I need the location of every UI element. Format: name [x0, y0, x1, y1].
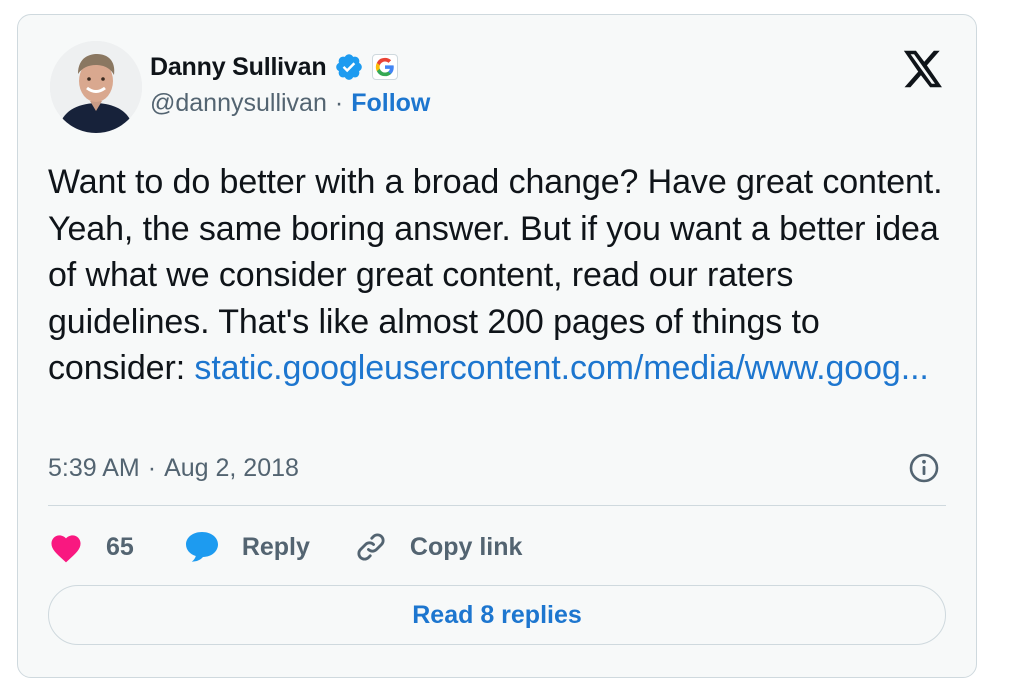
- tweet-time[interactable]: 5:39 AM: [48, 454, 140, 483]
- reply-label: Reply: [241, 532, 310, 561]
- copy-link-button[interactable]: Copy link: [354, 530, 523, 564]
- read-replies-label: Read 8 replies: [412, 600, 582, 629]
- like-button[interactable]: 65: [48, 531, 134, 563]
- read-replies-button[interactable]: Read 8 replies: [48, 585, 946, 645]
- reply-bubble-icon: [184, 530, 220, 564]
- author-name-row: Danny Sullivan: [150, 49, 399, 85]
- info-icon[interactable]: [908, 452, 940, 484]
- verified-badge-icon: [334, 52, 364, 82]
- author-handle-row: @dannysullivan · Follow: [150, 89, 430, 118]
- author-name[interactable]: Danny Sullivan: [150, 53, 327, 82]
- heart-icon: [48, 531, 84, 563]
- link-icon: [354, 530, 388, 564]
- tweet-card: Danny Sullivan @dannysullivan · Follow W…: [17, 14, 977, 678]
- x-logo-icon[interactable]: [902, 49, 944, 89]
- avatar[interactable]: [50, 41, 142, 133]
- reply-button[interactable]: Reply: [184, 530, 310, 564]
- google-affiliate-icon[interactable]: [372, 54, 399, 80]
- tweet-meta: 5:39 AM · Aug 2, 2018: [48, 451, 948, 485]
- meta-separator: ·: [147, 453, 157, 482]
- tweet-date[interactable]: Aug 2, 2018: [164, 454, 299, 483]
- tweet-actions: 65 Reply Copy link: [48, 527, 522, 567]
- tweet-link[interactable]: static.googleusercontent.com/media/www.g…: [194, 349, 928, 387]
- divider: [48, 505, 946, 506]
- copy-link-label: Copy link: [409, 532, 523, 561]
- separator-dot: ·: [334, 89, 344, 117]
- follow-button[interactable]: Follow: [351, 89, 430, 118]
- tweet-text: Want to do better with a broad change? H…: [48, 159, 960, 392]
- like-count: 65: [106, 532, 134, 561]
- author-handle[interactable]: @dannysullivan: [150, 89, 327, 118]
